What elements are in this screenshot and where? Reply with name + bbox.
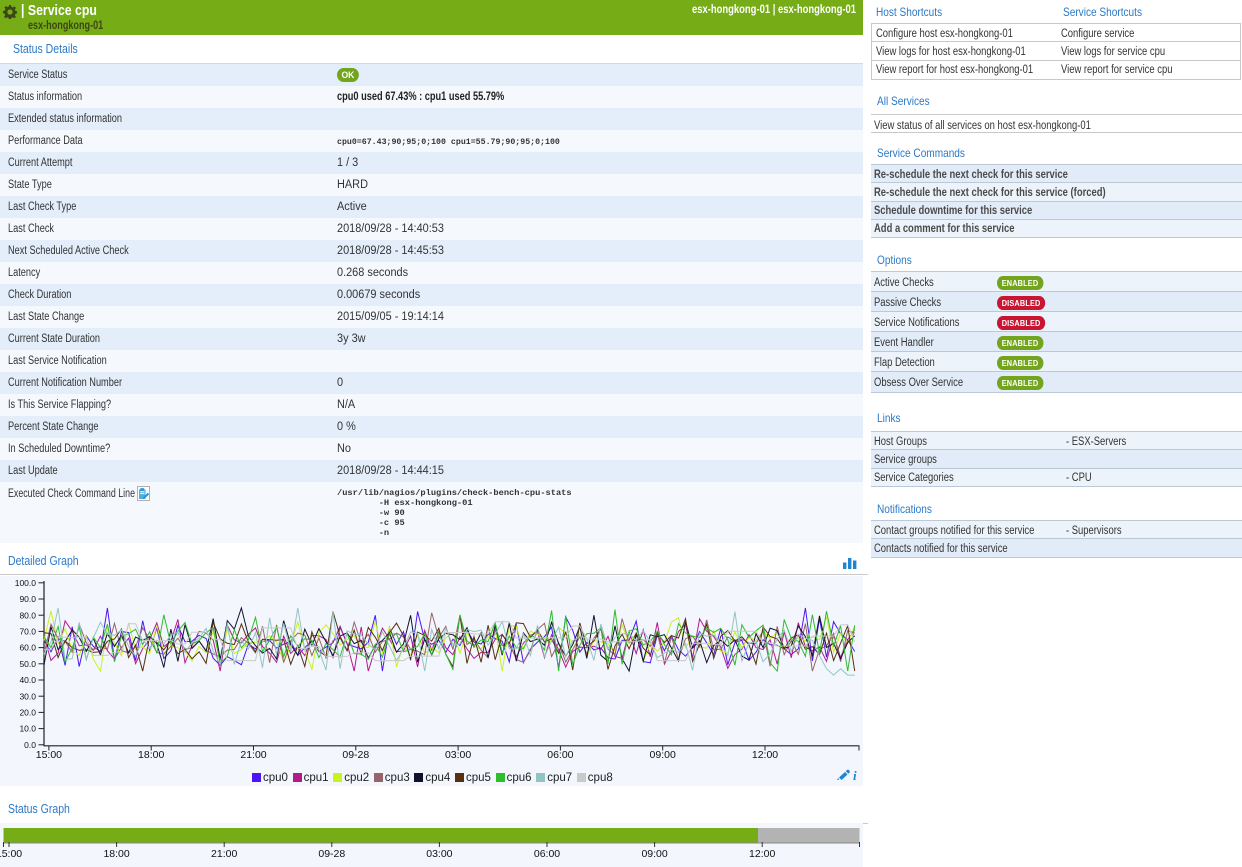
svg-text:09:00: 09:00 <box>650 749 676 761</box>
svg-text:12:00: 12:00 <box>752 749 778 761</box>
svg-text:0.0: 0.0 <box>24 740 36 750</box>
svg-text:i: i <box>853 769 857 781</box>
svg-text:09-28: 09-28 <box>342 749 369 761</box>
svg-text:15:00: 15:00 <box>36 749 62 761</box>
svg-text:90.0: 90.0 <box>19 594 36 604</box>
svg-text:50.0: 50.0 <box>19 659 36 669</box>
svg-text:100.0: 100.0 <box>15 578 37 588</box>
svg-text:18:00: 18:00 <box>103 848 129 860</box>
svg-text:10.0: 10.0 <box>19 724 36 734</box>
svg-text:60.0: 60.0 <box>19 643 36 653</box>
svg-text:40.0: 40.0 <box>19 675 36 685</box>
svg-text:03:00: 03:00 <box>426 848 452 860</box>
svg-text:06:00: 06:00 <box>534 848 560 860</box>
svg-text:09-28: 09-28 <box>318 848 345 860</box>
svg-text:80.0: 80.0 <box>19 610 36 620</box>
svg-text:12:00: 12:00 <box>749 848 775 860</box>
svg-text:15:00: 15:00 <box>0 848 22 860</box>
svg-text:03:00: 03:00 <box>445 749 471 761</box>
svg-text:06:00: 06:00 <box>547 749 573 761</box>
svg-text:09:00: 09:00 <box>641 848 667 860</box>
svg-text:21:00: 21:00 <box>211 848 237 860</box>
svg-text:30.0: 30.0 <box>19 691 36 701</box>
svg-text:21:00: 21:00 <box>240 749 266 761</box>
svg-text:20.0: 20.0 <box>19 708 36 718</box>
svg-text:18:00: 18:00 <box>138 749 164 761</box>
svg-text:70.0: 70.0 <box>19 627 36 637</box>
